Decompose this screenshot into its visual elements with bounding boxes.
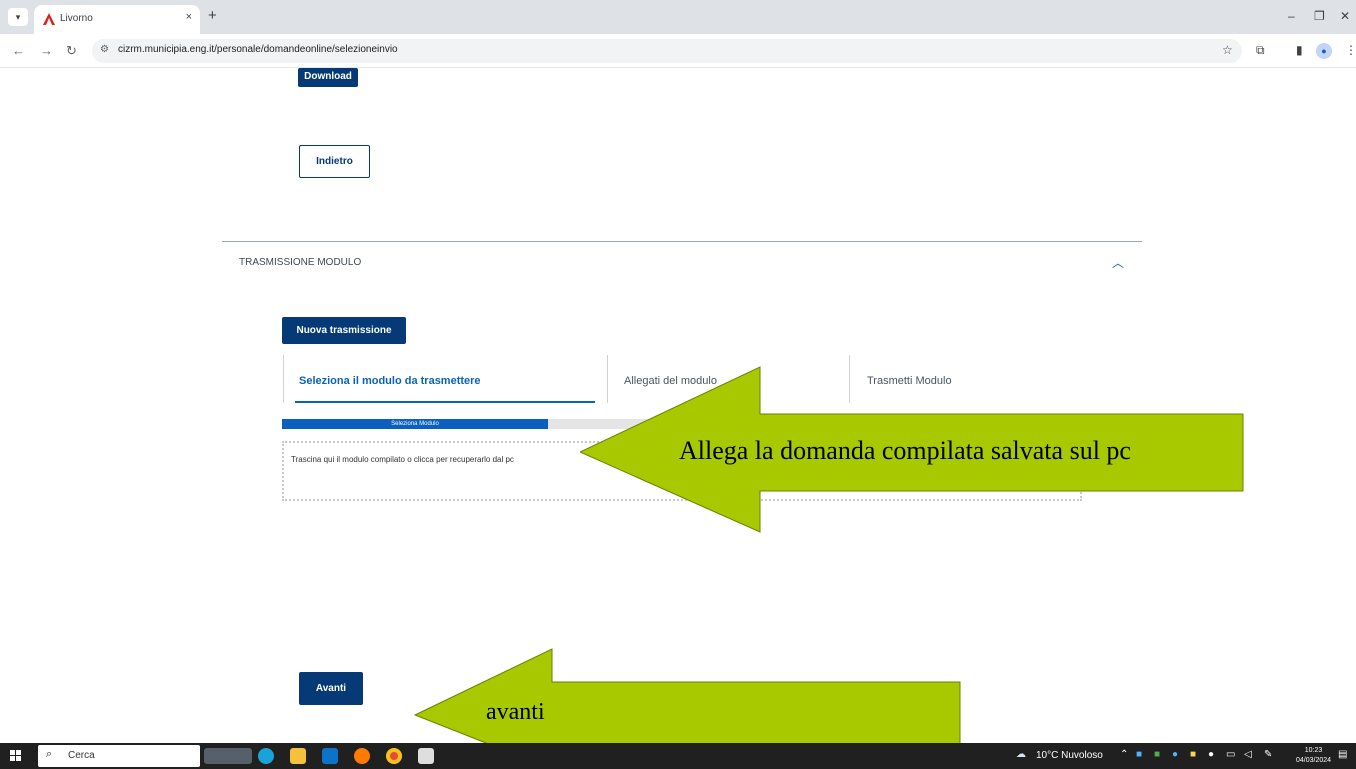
- active-step-underline: [295, 401, 595, 403]
- chrome-icon[interactable]: [386, 748, 402, 764]
- news-widget-icon[interactable]: [204, 748, 252, 764]
- pen-icon[interactable]: ✎: [1264, 749, 1272, 760]
- new-transmission-button[interactable]: Nuova trasmissione: [282, 317, 406, 344]
- new-tab-button[interactable]: +: [208, 7, 217, 24]
- livorno-favicon-icon: [43, 13, 55, 25]
- step-select-module[interactable]: Seleziona il modulo da trasmettere: [299, 375, 481, 387]
- windows-taskbar: ⌕ Cerca ☁ 10°C Nuvoloso ⌃ ■ ■ ● ■ ● ▭ ◁ …: [0, 743, 1356, 769]
- browser-toolbar: ← → ↻ ⚙ cizrm.municipia.eng.it/personale…: [0, 34, 1356, 68]
- clock-date: 04/03/2024: [1296, 757, 1332, 764]
- outlook-icon[interactable]: [322, 748, 338, 764]
- close-window-button[interactable]: ✕: [1340, 9, 1350, 23]
- volume-icon[interactable]: ◁: [1244, 749, 1252, 760]
- search-icon: ⌕: [46, 748, 53, 760]
- section-divider: [222, 241, 1142, 242]
- progress-label: Seleziona Modulo: [391, 421, 439, 427]
- search-label: Cerca: [68, 750, 95, 761]
- download-button[interactable]: Download: [298, 68, 358, 87]
- tray-app-icon[interactable]: ●: [1172, 749, 1178, 760]
- back-arrow-icon[interactable]: ←: [12, 43, 25, 58]
- tab-close-icon[interactable]: ×: [186, 11, 192, 23]
- restore-button[interactable]: ❐: [1314, 9, 1325, 23]
- site-info-icon[interactable]: ⚙: [100, 44, 109, 55]
- address-bar[interactable]: ⚙ cizrm.municipia.eng.it/personale/doman…: [92, 39, 1242, 63]
- url-text: cizrm.municipia.eng.it/personale/domande…: [118, 44, 398, 55]
- document-app-icon[interactable]: [418, 748, 434, 764]
- section-title[interactable]: TRASMISSIONE MODULO: [239, 257, 361, 268]
- extensions-icon[interactable]: ⧉: [1256, 43, 1265, 58]
- notifications-icon[interactable]: ▤: [1338, 749, 1347, 760]
- browser-tab-bar: ▾ Livorno × + – ❐ ✕: [0, 0, 1356, 34]
- reload-icon[interactable]: ↻: [66, 43, 77, 59]
- clock-time: 10:23: [1304, 747, 1323, 754]
- weather-cloud-icon: ☁: [1016, 749, 1026, 760]
- next-button[interactable]: Avanti: [299, 672, 363, 705]
- tray-app-icon[interactable]: ■: [1190, 749, 1196, 760]
- tray-app-icon[interactable]: ■: [1154, 749, 1160, 760]
- back-button[interactable]: Indietro: [299, 145, 370, 178]
- profile-avatar[interactable]: ●: [1316, 43, 1332, 59]
- step-separator: [283, 355, 284, 403]
- chevron-up-icon[interactable]: ︿: [1112, 254, 1124, 271]
- tray-app-icon[interactable]: ●: [1208, 749, 1214, 760]
- tray-app-icon[interactable]: ■: [1136, 749, 1142, 760]
- bookmark-star-icon[interactable]: ☆: [1222, 43, 1233, 57]
- firefox-icon[interactable]: [354, 748, 370, 764]
- tray-chevron-icon[interactable]: ⌃: [1120, 749, 1128, 760]
- taskbar-clock[interactable]: 10:23 04/03/2024: [1296, 746, 1331, 766]
- screen: ▾ Livorno × + – ❐ ✕ ← → ↻ ⚙ cizrm.munici…: [0, 0, 1356, 769]
- callout-next-text: avanti: [486, 699, 545, 725]
- tab-title: Livorno: [60, 13, 93, 24]
- minimize-button[interactable]: –: [1288, 9, 1295, 23]
- network-icon[interactable]: ▭: [1226, 749, 1235, 760]
- forward-arrow-icon[interactable]: →: [40, 43, 53, 58]
- edge-browser-icon[interactable]: [258, 748, 274, 764]
- callout-main-text: Allega la domanda compilata salvata sul …: [679, 436, 1131, 465]
- side-panel-icon[interactable]: ▮: [1296, 43, 1303, 57]
- tab-search-chevron-icon[interactable]: ▾: [8, 8, 28, 26]
- weather-text[interactable]: 10°C Nuvoloso: [1036, 750, 1103, 761]
- tab-livorno[interactable]: Livorno ×: [34, 5, 200, 34]
- windows-start-icon[interactable]: [10, 750, 22, 762]
- menu-kebab-icon[interactable]: ⋮: [1345, 43, 1356, 57]
- taskbar-search[interactable]: ⌕ Cerca: [38, 745, 200, 767]
- file-explorer-icon[interactable]: [290, 748, 306, 764]
- dropzone-text: Trascina qui il modulo compilato o clicc…: [291, 455, 514, 464]
